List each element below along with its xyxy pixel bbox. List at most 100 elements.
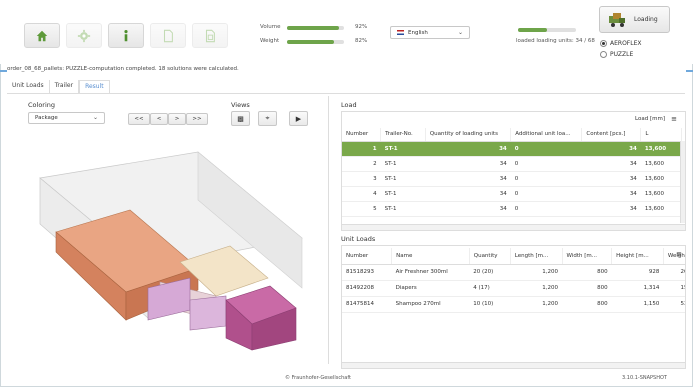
col-unit-number[interactable]: Number bbox=[342, 248, 393, 265]
radio-aeroflex-label: AEROFLEX bbox=[610, 40, 642, 47]
export-icon bbox=[205, 29, 215, 42]
cell-name: Shampoo 270ml bbox=[391, 296, 470, 313]
col-unit-length[interactable]: Length [m... bbox=[510, 248, 563, 265]
col-length[interactable]: L bbox=[640, 128, 682, 142]
cell-number: 2 bbox=[342, 156, 381, 172]
gear-icon bbox=[77, 29, 91, 42]
unit-loads-table-header: Number Name Quantity Length [m... Width … bbox=[342, 248, 685, 265]
table-row[interactable]: 81518293 Air Freshner 300ml 20 (20) 1,20… bbox=[342, 264, 685, 281]
tab-unit-loads[interactable]: Unit Loads bbox=[7, 80, 50, 93]
cell-length: 13,600 bbox=[640, 201, 682, 217]
language-select[interactable]: English ⌄ bbox=[390, 26, 470, 39]
cell-additional: 0 bbox=[510, 156, 582, 172]
load-table-header: Number Trailer-No. Quantity of loading u… bbox=[342, 128, 682, 142]
table-row[interactable]: 81492208 Diapers 4 (17) 1,200 800 1,314 … bbox=[342, 280, 685, 297]
load-table-horizontal-scrollbar[interactable] bbox=[342, 224, 685, 230]
loading-button-label: Loading bbox=[634, 16, 658, 23]
column-menu-icon[interactable]: ≡ bbox=[671, 115, 677, 123]
loading-button[interactable]: Loading bbox=[599, 6, 670, 33]
table-row[interactable]: 1 ST-1 34 0 34 13,600 bbox=[342, 141, 682, 157]
cell-content: 34 bbox=[581, 171, 641, 187]
cell-length: 13,600 bbox=[640, 171, 682, 187]
table-row[interactable]: 81475814 Shampoo 270ml 10 (10) 1,200 800… bbox=[342, 296, 685, 313]
col-unit-height[interactable]: Height [m... bbox=[611, 248, 664, 265]
top-toolbar: Volume 92% Weight 82% English ⌄ loaded l… bbox=[0, 0, 693, 64]
col-unit-quantity[interactable]: Quantity bbox=[469, 248, 511, 265]
language-value: English bbox=[408, 29, 428, 36]
cell-content: 34 bbox=[581, 186, 641, 202]
table-row[interactable]: 2 ST-1 34 0 34 13,600 bbox=[342, 156, 682, 172]
cell-unit-number: 81475814 bbox=[342, 296, 392, 313]
home-button[interactable] bbox=[24, 23, 60, 48]
unit-loads-table: Number Name Quantity Length [m... Width … bbox=[342, 248, 685, 313]
cell-quantity: 34 bbox=[425, 171, 511, 187]
tab-divider bbox=[7, 93, 685, 94]
col-number[interactable]: Number bbox=[342, 128, 382, 142]
col-additional[interactable]: Additional unit loa... bbox=[510, 128, 583, 142]
last-solution-label: >> bbox=[192, 116, 202, 122]
flag-icon bbox=[397, 30, 404, 35]
view-3d-button[interactable]: ▩ bbox=[231, 111, 250, 126]
cell-content: 34 bbox=[581, 156, 641, 172]
cell-unit-width: 800 bbox=[562, 296, 612, 313]
cell-trailer: ST-1 bbox=[380, 156, 426, 172]
previous-solution-button[interactable]: < bbox=[150, 113, 168, 125]
previous-solution-label: < bbox=[156, 116, 162, 122]
load-table-vertical-scrollbar[interactable] bbox=[680, 141, 685, 223]
radio-puzzle[interactable]: PUZZLE bbox=[600, 51, 633, 58]
col-trailer-no[interactable]: Trailer-No. bbox=[380, 128, 426, 142]
table-row[interactable]: 5 ST-1 34 0 34 13,600 bbox=[342, 201, 682, 217]
info-icon bbox=[124, 29, 128, 41]
table-row[interactable]: 3 ST-1 34 0 34 13,600 bbox=[342, 171, 682, 187]
last-solution-button[interactable]: >> bbox=[186, 113, 208, 125]
tab-result[interactable]: Result bbox=[79, 80, 110, 93]
volume-value: 92% bbox=[355, 24, 368, 30]
view-top-button[interactable]: ⌖ bbox=[258, 111, 277, 126]
next-solution-label: > bbox=[174, 116, 180, 122]
panel-splitter[interactable] bbox=[328, 96, 329, 364]
cell-unit-number: 81492208 bbox=[342, 280, 392, 297]
cell-trailer: ST-1 bbox=[380, 171, 426, 187]
cell-unit-width: 800 bbox=[562, 264, 612, 281]
cell-quantity: 34 bbox=[425, 141, 511, 157]
cell-unit-quantity: 10 (10) bbox=[469, 296, 511, 313]
cell-number: 5 bbox=[342, 201, 381, 217]
cell-additional: 0 bbox=[510, 201, 582, 217]
info-button[interactable] bbox=[108, 23, 144, 48]
unit-loads-horizontal-scrollbar[interactable] bbox=[342, 362, 685, 368]
cell-unit-height: 1,150 bbox=[611, 296, 664, 313]
col-content[interactable]: Content [pcs.] bbox=[581, 128, 642, 142]
first-solution-button[interactable]: << bbox=[128, 113, 150, 125]
cell-quantity: 34 bbox=[425, 201, 511, 217]
radio-aeroflex[interactable]: AEROFLEX bbox=[600, 40, 641, 47]
cell-content: 34 bbox=[581, 201, 641, 217]
column-menu-icon[interactable]: ≡ bbox=[676, 250, 682, 258]
cell-additional: 0 bbox=[510, 186, 582, 202]
cell-number: 3 bbox=[342, 171, 381, 187]
copyright-text: © Fraunhofer-Gesellschaft bbox=[285, 375, 351, 381]
cell-number: 1 bbox=[342, 141, 381, 157]
cell-unit-weight: 53 bbox=[663, 296, 685, 313]
first-solution-label: << bbox=[134, 116, 144, 122]
weight-value: 82% bbox=[355, 38, 368, 44]
col-name[interactable]: Name bbox=[391, 248, 470, 265]
col-quantity[interactable]: Quantity of loading units bbox=[425, 128, 512, 142]
coloring-select[interactable]: Package ⌄ bbox=[28, 112, 105, 124]
status-message: order_08_68_pallets: PUZZLE-computation … bbox=[7, 66, 239, 72]
col-unit-weight[interactable]: Weigh bbox=[663, 248, 685, 265]
cell-unit-number: 81518293 bbox=[342, 264, 392, 281]
tab-trailer[interactable]: Trailer bbox=[50, 80, 80, 93]
settings-button[interactable] bbox=[66, 23, 102, 48]
document-button[interactable] bbox=[150, 23, 186, 48]
cell-unit-weight: 26 bbox=[663, 264, 685, 281]
load-table: Number Trailer-No. Quantity of loading u… bbox=[342, 128, 682, 217]
play-button[interactable]: ▶ bbox=[289, 111, 308, 126]
export-button[interactable] bbox=[192, 23, 228, 48]
views-label: Views bbox=[231, 101, 250, 109]
loaded-units-meter bbox=[518, 28, 576, 32]
cell-number: 4 bbox=[342, 186, 381, 202]
next-solution-button[interactable]: > bbox=[168, 113, 186, 125]
trailer-3d-view bbox=[39, 151, 303, 351]
col-unit-width[interactable]: Width [m... bbox=[562, 248, 613, 265]
table-row[interactable]: 4 ST-1 34 0 34 13,600 bbox=[342, 186, 682, 202]
